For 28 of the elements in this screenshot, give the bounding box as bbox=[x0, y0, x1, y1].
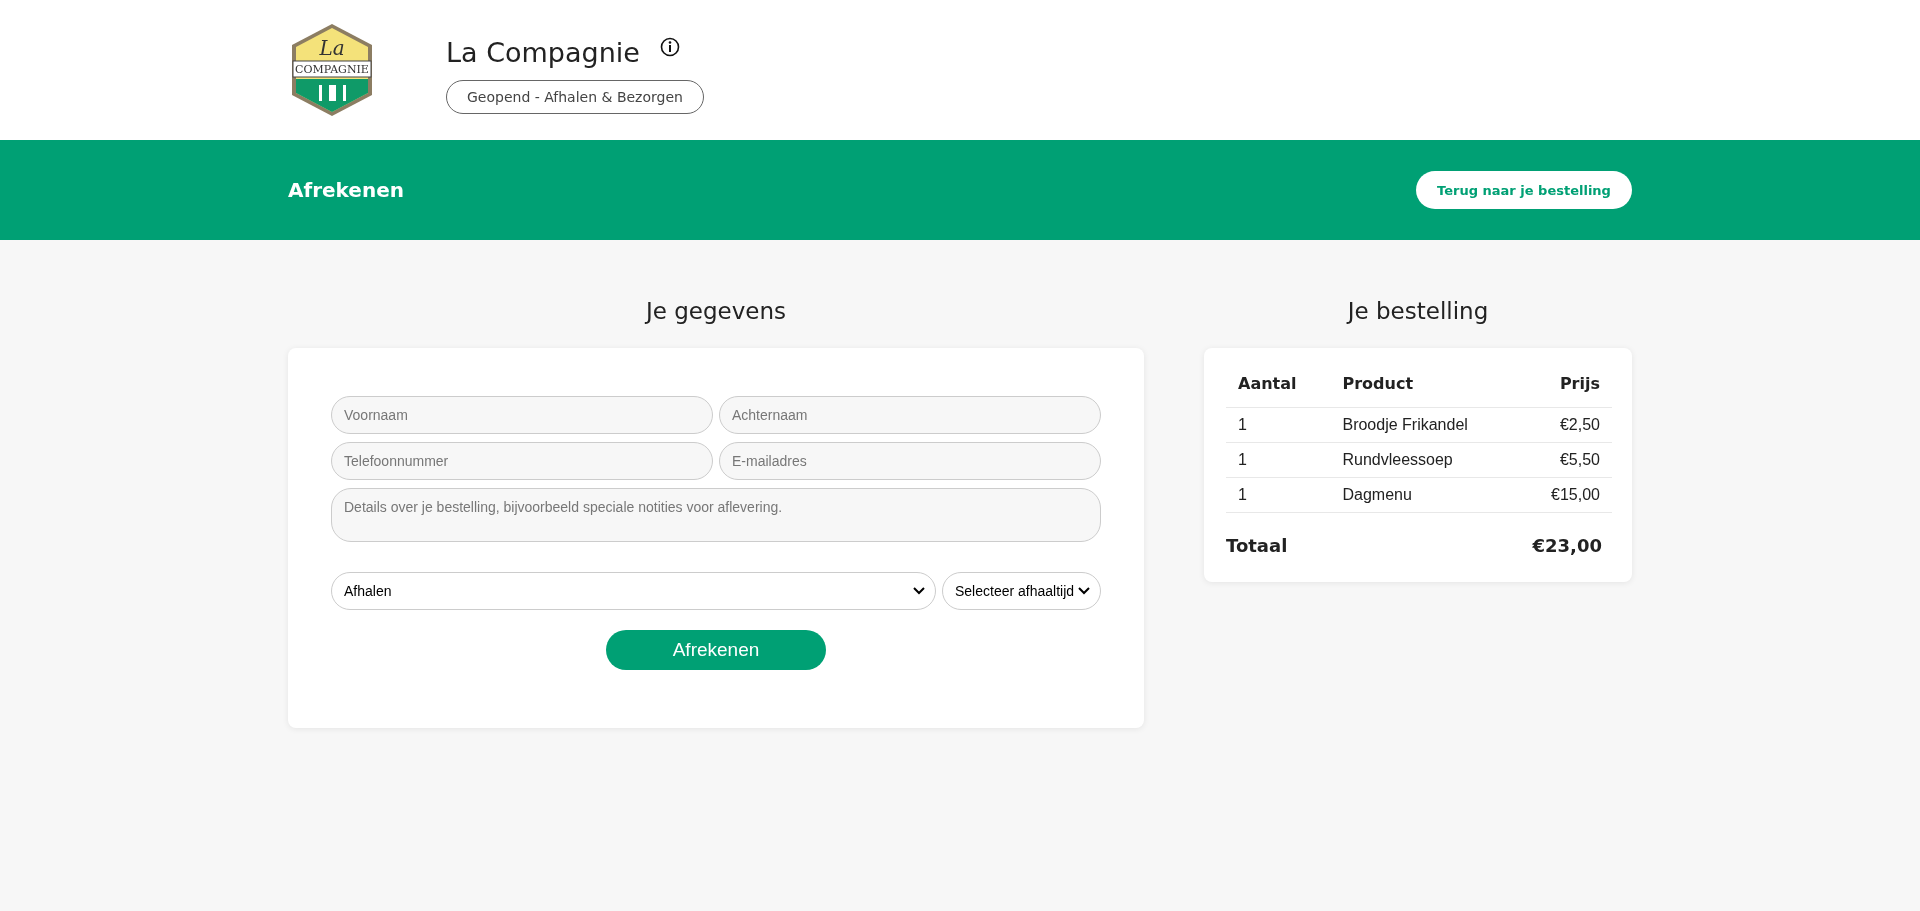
restaurant-name: La Compagnie bbox=[446, 36, 640, 68]
notes-field[interactable]: Details over je bestelling, bijvoorbeeld speciale notities voor aflevering. bbox=[331, 488, 1101, 542]
table-cell: Rundvleessoep bbox=[1330, 442, 1520, 478]
time-select[interactable]: Selecteer afhaaltijd bbox=[942, 572, 1101, 610]
column-header: Prijs bbox=[1519, 360, 1612, 408]
input-field[interactable]: Voornaam bbox=[331, 396, 713, 434]
chevron-down-icon bbox=[913, 587, 925, 595]
section-heading: Je gegevens bbox=[643, 298, 788, 324]
table-cell: Dagmenu bbox=[1330, 477, 1520, 513]
method-select[interactable]: Afhalen bbox=[331, 572, 936, 610]
section-heading: Je bestelling bbox=[1345, 298, 1490, 324]
table-cell: €5,50 bbox=[1519, 442, 1612, 478]
page-title: Afrekenen bbox=[288, 178, 405, 202]
input-field[interactable]: Telefoonnummer bbox=[331, 442, 713, 480]
table-cell: 1 bbox=[1226, 442, 1331, 478]
chevron-down-icon bbox=[1078, 587, 1090, 595]
total-amount: €23,00 bbox=[1532, 535, 1602, 556]
column-header: Aantal bbox=[1226, 360, 1331, 408]
column-header: Product bbox=[1330, 360, 1520, 408]
input-field[interactable]: Achternaam bbox=[719, 396, 1101, 434]
table-cell: 1 bbox=[1226, 407, 1331, 443]
table-cell: Broodje Frikandel bbox=[1330, 407, 1520, 443]
total-label: Totaal bbox=[1226, 535, 1288, 556]
table-cell: 1 bbox=[1226, 477, 1331, 513]
table-cell: €2,50 bbox=[1519, 407, 1612, 443]
info-icon[interactable] bbox=[659, 36, 680, 57]
table-cell: €15,00 bbox=[1519, 477, 1612, 513]
input-field[interactable]: E-mailadres bbox=[719, 442, 1101, 480]
